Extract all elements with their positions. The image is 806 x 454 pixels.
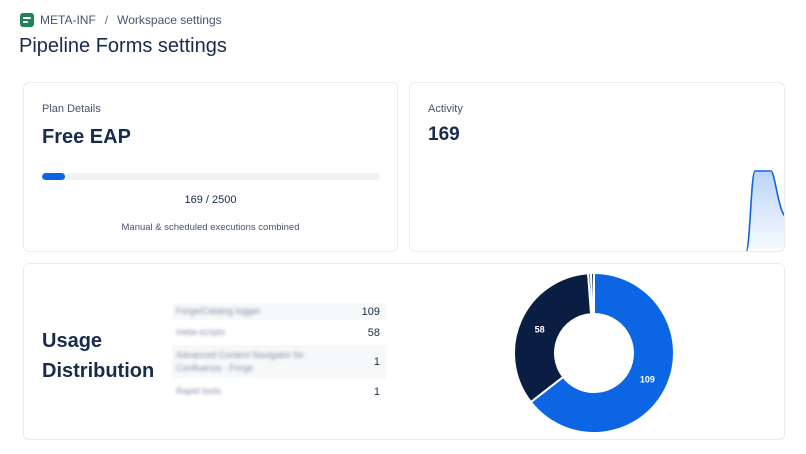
donut-data-label: 109 (640, 375, 655, 385)
usage-title-line-1: Usage (42, 330, 103, 352)
usage-item-name: Rapid tools (176, 386, 222, 396)
usage-progress-bar (42, 173, 380, 180)
usage-item-name: Advanced Content Navigator for Confluenc… (176, 350, 305, 373)
usage-progress-fill (42, 173, 65, 180)
usage-distribution-card: Usage Distribution Forge/Catalog logger … (23, 263, 785, 440)
usage-item-count: 1 (373, 385, 380, 398)
breadcrumb: META-INF / Workspace settings (20, 13, 222, 27)
usage-distribution-title: Usage Distribution (42, 326, 154, 386)
breadcrumb-separator: / (104, 13, 109, 27)
activity-label: Activity (428, 103, 463, 115)
usage-item-name: meta-scripts (176, 327, 226, 337)
page-title: Pipeline Forms settings (19, 35, 227, 57)
usage-progress-text: 169 / 2500 (184, 194, 237, 206)
donut-data-label: 58 (535, 324, 545, 334)
usage-donut-chart: 109 58 (513, 272, 675, 434)
usage-item-name: Forge/Catalog logger (176, 306, 261, 316)
activity-card: Activity 169 (409, 82, 785, 252)
usage-list: Forge/Catalog logger 109 meta-scripts 58… (172, 303, 386, 400)
usage-item-count: 109 (361, 305, 380, 318)
plan-details-card: Plan Details Free EAP 169 / 2500 Manual … (23, 82, 398, 252)
donut-slice[interactable] (589, 272, 595, 316)
usage-caption: Manual & scheduled executions combined (121, 222, 300, 233)
list-item: meta-scripts 58 (172, 324, 386, 341)
activity-area (746, 171, 784, 251)
usage-item-count: 58 (367, 326, 380, 339)
usage-item-count: 1 (373, 356, 380, 368)
plan-name: Free EAP (42, 126, 131, 148)
breadcrumb-item-settings[interactable]: Workspace settings (117, 13, 222, 27)
list-item: Rapid tools 1 (172, 383, 386, 400)
activity-line (745, 170, 784, 251)
activity-value: 169 (428, 124, 460, 145)
plan-details-label: Plan Details (42, 103, 101, 115)
workspace-app-icon (20, 13, 34, 27)
usage-title-line-2: Distribution (42, 360, 155, 382)
activity-sparkline (745, 170, 784, 251)
list-item: Advanced Content Navigator for Confluenc… (172, 345, 386, 379)
breadcrumb-item-workspace[interactable]: META-INF (40, 13, 96, 27)
list-item: Forge/Catalog logger 109 (172, 303, 386, 320)
donut-slice[interactable] (513, 272, 593, 404)
